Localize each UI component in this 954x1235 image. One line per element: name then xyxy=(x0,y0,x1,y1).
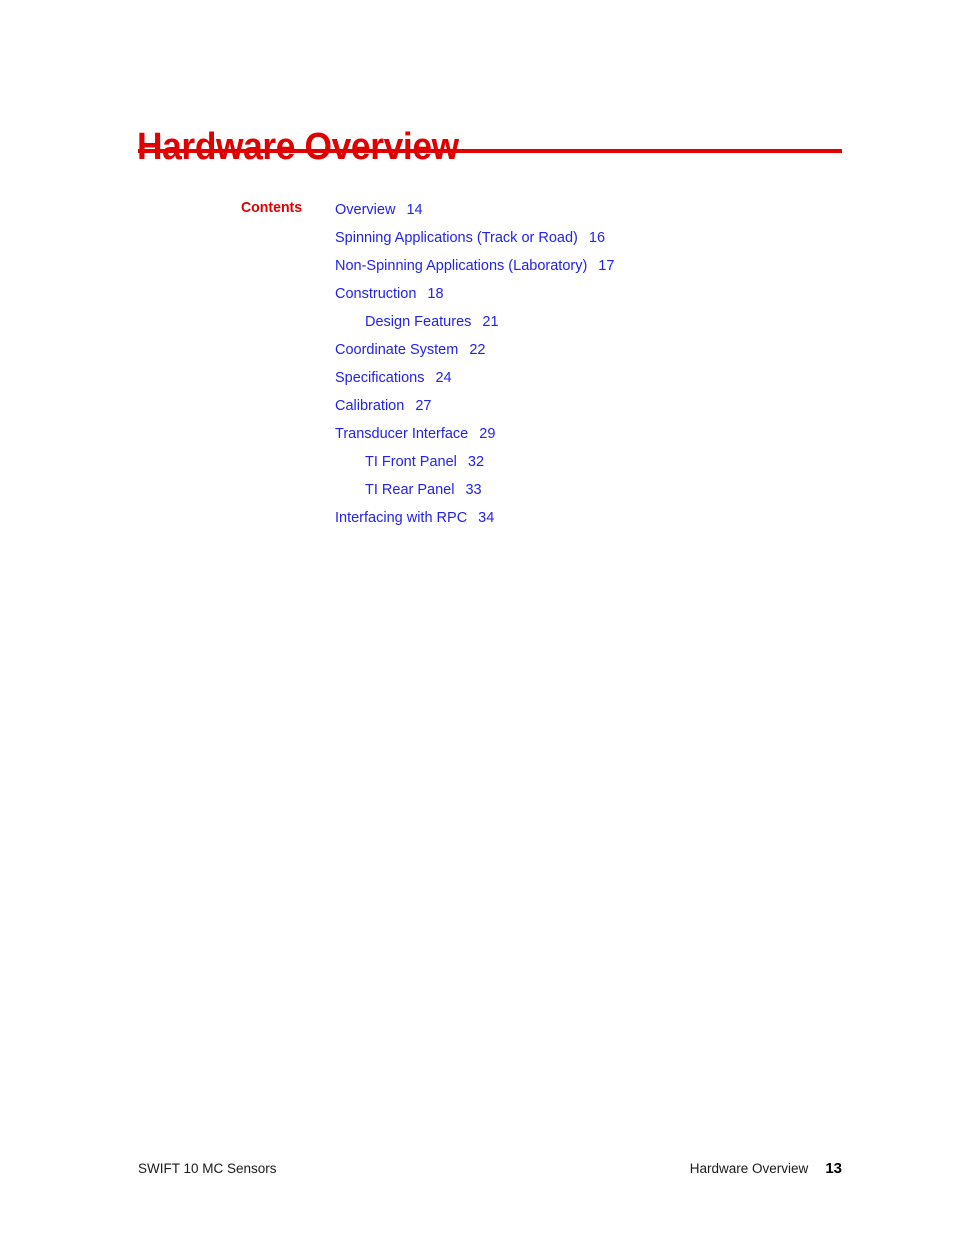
toc-entry-page-number[interactable]: 33 xyxy=(454,482,481,498)
footer-right-group: Hardware Overview 13 xyxy=(690,1160,842,1178)
toc-entry[interactable]: Transducer Interface 29 xyxy=(335,420,614,448)
toc-entry[interactable]: Interfacing with RPC 34 xyxy=(335,504,614,532)
toc-entry-title[interactable]: Design Features xyxy=(365,314,471,330)
toc-entry-page-number[interactable]: 21 xyxy=(471,314,498,330)
toc-entry-title[interactable]: Calibration xyxy=(335,398,404,414)
toc-entry-title[interactable]: Transducer Interface xyxy=(335,426,468,442)
toc-entry-title[interactable]: Spinning Applications (Track or Road) xyxy=(335,230,578,246)
page-title: Hardware Overview xyxy=(137,126,459,169)
toc-entry-title[interactable]: Non-Spinning Applications (Laboratory) xyxy=(335,258,587,274)
toc-entry-title[interactable]: Construction xyxy=(335,286,416,302)
footer-chapter-name: Hardware Overview xyxy=(689,1161,809,1176)
toc-entry-page-number[interactable]: 29 xyxy=(468,426,495,442)
toc-entry[interactable]: Construction 18 xyxy=(335,280,614,308)
toc-entry-page-number[interactable]: 32 xyxy=(457,454,484,470)
toc-entry-page-number[interactable]: 27 xyxy=(404,398,431,414)
toc-entry-page-number[interactable]: 34 xyxy=(467,510,494,526)
contents-label: Contents xyxy=(241,199,303,216)
toc-entry-page-number[interactable]: 22 xyxy=(458,342,485,358)
toc-entry[interactable]: Non-Spinning Applications (Laboratory) 17 xyxy=(335,252,614,280)
toc-entry-title[interactable]: Overview xyxy=(335,202,395,218)
toc-entry[interactable]: Overview 14 xyxy=(335,196,614,224)
toc-entry[interactable]: Design Features 21 xyxy=(335,308,614,336)
toc-entry-title[interactable]: TI Rear Panel xyxy=(365,482,454,498)
table-of-contents: Overview 14 Spinning Applications (Track o… xyxy=(335,196,614,532)
toc-entry-title[interactable]: Specifications xyxy=(335,370,424,386)
footer-page-number: 13 xyxy=(825,1160,842,1177)
toc-entry-title[interactable]: Interfacing with RPC xyxy=(335,510,467,526)
toc-entry[interactable]: Spinning Applications (Track or Road) 16 xyxy=(335,224,614,252)
document-page: Hardware Overview Contents Overview 14 Spi… xyxy=(0,0,954,1235)
page-footer: SWIFT 10 MC Sensors Hardware Overview 13 xyxy=(138,1159,842,1179)
toc-entry[interactable]: Calibration 27 xyxy=(335,392,614,420)
toc-entry-page-number[interactable]: 16 xyxy=(578,230,605,246)
title-divider xyxy=(138,149,842,153)
toc-entry-page-number[interactable]: 17 xyxy=(587,258,614,274)
toc-entry-title[interactable]: TI Front Panel xyxy=(365,454,457,470)
toc-entry-page-number[interactable]: 24 xyxy=(424,370,451,386)
toc-entry-page-number[interactable]: 14 xyxy=(395,202,422,218)
toc-entry[interactable]: Specifications 24 xyxy=(335,364,614,392)
toc-entry[interactable]: TI Front Panel 32 xyxy=(335,448,614,476)
toc-entry-page-number[interactable]: 18 xyxy=(416,286,443,302)
toc-entry[interactable]: TI Rear Panel 33 xyxy=(335,476,614,504)
toc-entry-title[interactable]: Coordinate System xyxy=(335,342,458,358)
toc-entry[interactable]: Coordinate System 22 xyxy=(335,336,614,364)
footer-document-title: SWIFT 10 MC Sensors xyxy=(138,1161,277,1176)
